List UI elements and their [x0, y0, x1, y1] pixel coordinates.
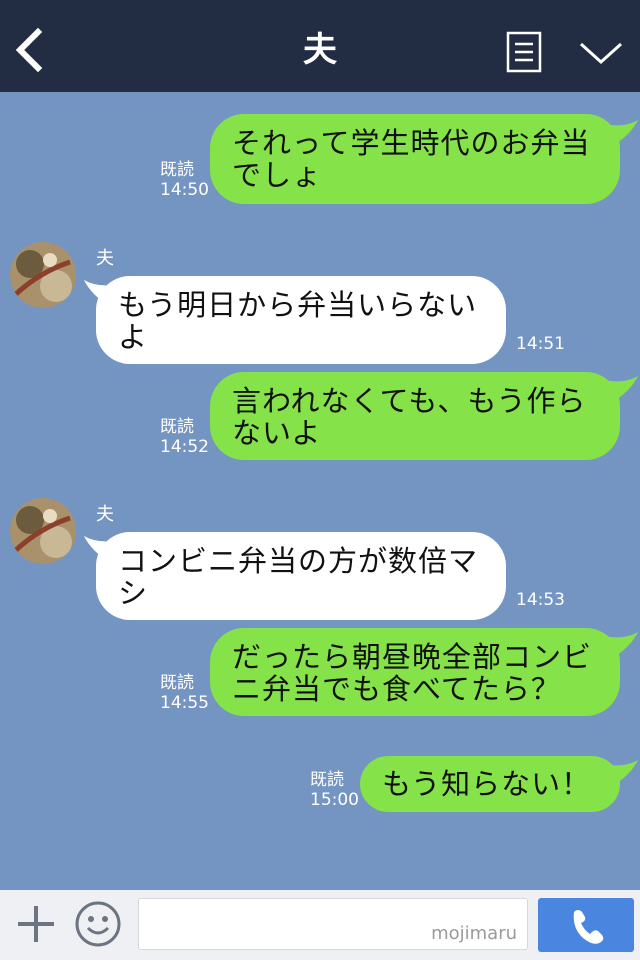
message-line: コンビニ弁当の方が数倍マ	[118, 544, 479, 578]
message-meta: 既読 14:55	[160, 673, 209, 713]
incoming-message-bubble[interactable]: もう明日から弁当いらない よ	[96, 276, 506, 364]
avatar-image	[10, 498, 76, 564]
notes-icon[interactable]	[506, 31, 542, 73]
message-list[interactable]: 既読 14:50 それって学生時代のお弁当 でしょ 夫 もう明日から弁当いらない…	[0, 92, 640, 890]
message-time: 14:50	[160, 180, 209, 200]
avatar[interactable]	[10, 498, 76, 564]
message-input-bar: mojimaru	[0, 890, 640, 960]
outgoing-message-bubble[interactable]: だったら朝昼晩全部コンビ ニ弁当でも食べてたら？	[210, 628, 620, 716]
message-line: よ	[118, 320, 149, 354]
outgoing-message-bubble[interactable]: 言われなくても、もう作ら ないよ	[210, 372, 620, 460]
message-time: 14:52	[160, 437, 209, 457]
chevron-down-icon[interactable]	[578, 38, 624, 68]
message-meta: 既読 14:50	[160, 160, 209, 200]
call-button[interactable]	[538, 898, 634, 952]
avatar[interactable]	[10, 242, 76, 308]
bubble-tail	[604, 376, 638, 402]
avatar-image	[10, 242, 76, 308]
bubble-tail	[604, 120, 638, 146]
sender-name: 夫	[96, 248, 114, 269]
read-receipt: 既読	[160, 417, 194, 437]
read-receipt: 既読	[310, 770, 344, 790]
smiley-icon[interactable]	[74, 900, 122, 948]
read-receipt: 既読	[160, 160, 194, 180]
message-time: 15:00	[310, 790, 359, 810]
message-line: それって学生時代のお弁当	[232, 126, 591, 160]
message-time: 14:55	[160, 693, 209, 713]
outgoing-message-bubble[interactable]: それって学生時代のお弁当 でしょ	[210, 114, 620, 204]
message-time: 14:53	[516, 590, 565, 610]
incoming-message-bubble[interactable]: コンビニ弁当の方が数倍マ シ	[96, 532, 506, 620]
bubble-tail	[604, 632, 638, 658]
bubble-tail	[604, 760, 638, 786]
message-line: ないよ	[232, 416, 322, 450]
message-input[interactable]: mojimaru	[138, 898, 528, 950]
message-line: もう明日から弁当いらない	[118, 288, 478, 322]
sender-name: 夫	[96, 504, 114, 525]
outgoing-message-bubble[interactable]: もう知らない！	[360, 756, 620, 812]
message-meta: 既読 15:00	[310, 770, 359, 810]
message-line: シ	[118, 576, 149, 610]
phone-icon	[573, 910, 604, 944]
chat-title: 夫	[303, 30, 337, 70]
message-line: ニ弁当でも食べてたら？	[232, 672, 561, 706]
read-receipt: 既読	[160, 673, 194, 693]
chat-header: 夫	[0, 0, 640, 92]
message-line: 言われなくても、もう作ら	[232, 384, 587, 418]
message-line: もう知らない！	[382, 767, 592, 801]
message-meta: 既読 14:52	[160, 417, 209, 457]
message-time: 14:51	[516, 334, 565, 354]
watermark-text: mojimaru	[431, 923, 517, 944]
plus-icon[interactable]	[14, 902, 58, 946]
message-line: でしょ	[232, 158, 323, 192]
message-line: だったら朝昼晩全部コンビ	[232, 640, 593, 674]
